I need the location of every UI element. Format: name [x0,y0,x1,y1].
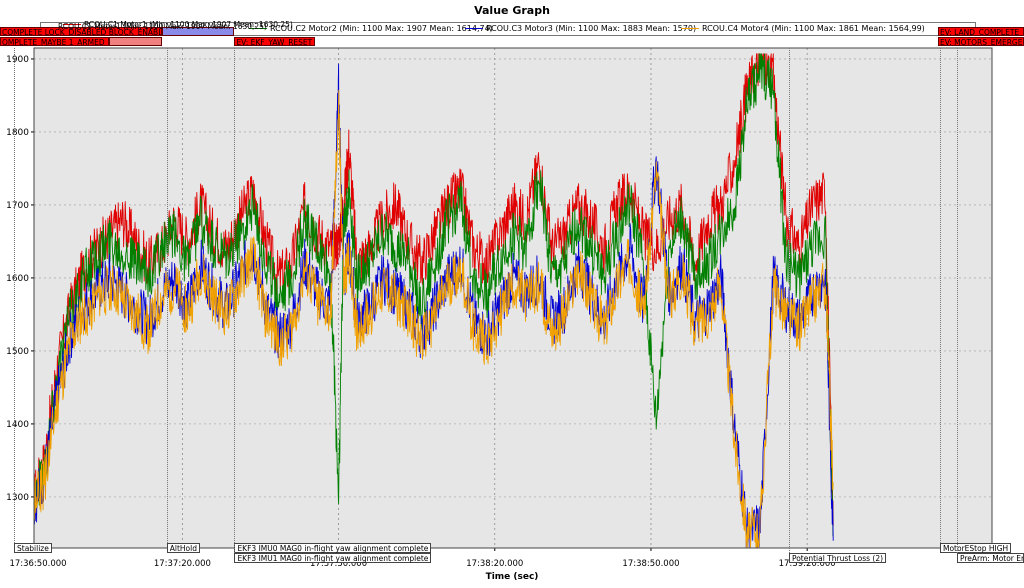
mode-marker-layer: Stabilize AltHold EKF3 IMU0 MAG0 in-flight… [0,0,1024,572]
mode-marker-label: Potential Thrust Loss (2) [788,553,887,563]
mode-marker-line [940,48,941,543]
mode-marker-label: EKF3 IMU1 MAG0 in-flight yaw alignment c… [234,553,432,563]
mode-marker-label: EKF3 IMU0 MAG0 in-flight yaw alignment c… [234,543,432,553]
mode-marker-line [14,48,15,543]
mode-marker-line [166,48,168,543]
mode-marker-line [957,48,958,553]
mode-marker-line [788,48,790,553]
mode-marker-label: PreArm: Motor Emergency Stopped [957,553,1024,563]
x-axis-title: Time (sec) [485,572,539,582]
mode-marker-line [234,48,236,553]
mode-marker-label: Stabilize [14,543,52,553]
mode-marker-label: MotorEStop HIGH [940,543,1012,553]
mode-marker-label: AltHold [166,543,200,553]
